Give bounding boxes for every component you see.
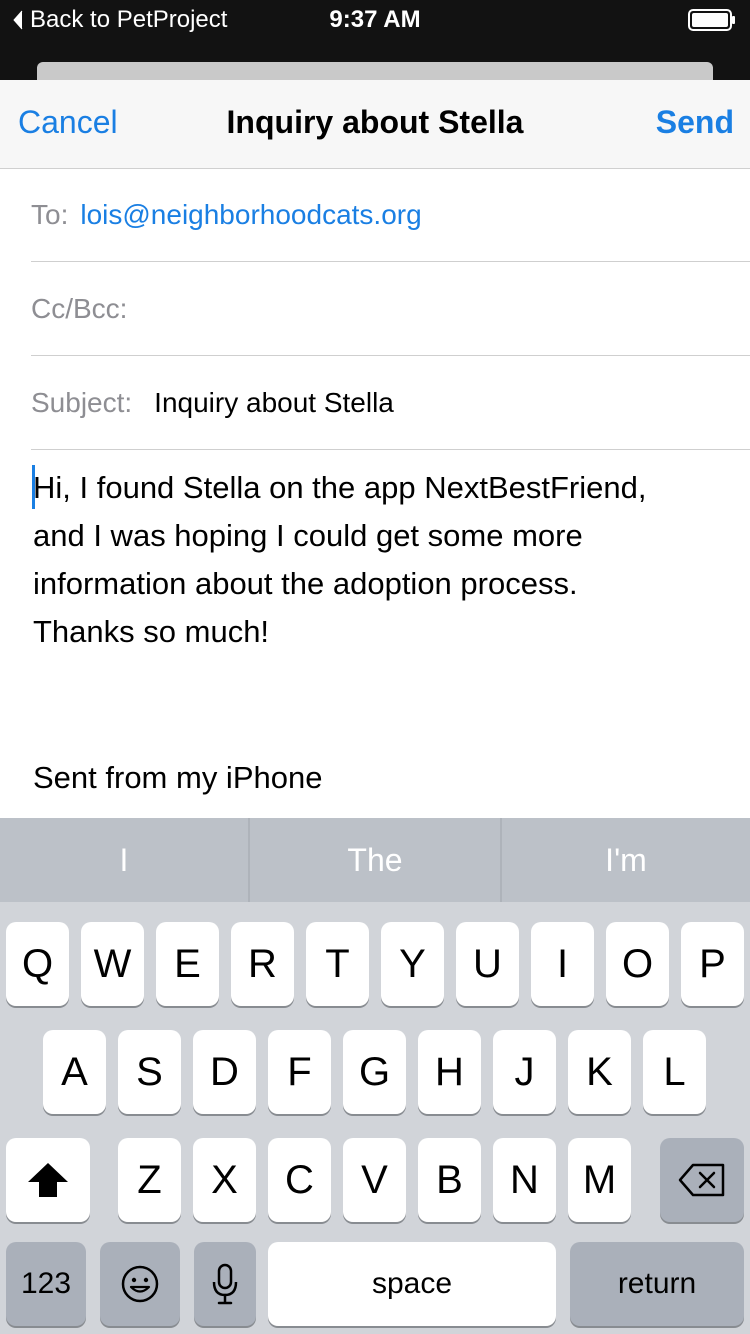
space-key[interactable]: space <box>268 1242 556 1326</box>
return-key[interactable]: return <box>570 1242 744 1326</box>
status-bar: Back to PetProject 9:37 AM <box>0 0 750 40</box>
subject-label: Subject: <box>31 387 133 418</box>
key-z[interactable]: Z <box>118 1138 181 1222</box>
backspace-icon <box>678 1163 725 1197</box>
delete-key[interactable] <box>660 1138 744 1222</box>
emoji-icon <box>121 1265 159 1303</box>
cc-bcc-label: Cc/Bcc: <box>31 293 128 324</box>
body-line: Thanks so much! <box>33 614 270 649</box>
emoji-key[interactable] <box>100 1242 180 1326</box>
cc-bcc-field[interactable]: Cc/Bcc: <box>31 263 750 356</box>
body-line: information about the adoption process. <box>33 566 578 601</box>
microphone-icon <box>212 1263 238 1305</box>
suggestion-3[interactable]: I'm <box>502 818 750 902</box>
key-u[interactable]: U <box>456 922 519 1006</box>
key-h[interactable]: H <box>418 1030 481 1114</box>
key-q[interactable]: Q <box>6 922 69 1006</box>
key-d[interactable]: D <box>193 1030 256 1114</box>
body-line: and I was hoping I could get some more <box>33 518 583 553</box>
key-k[interactable]: K <box>568 1030 631 1114</box>
body-line: Hi, I found Stella on the app NextBestFr… <box>33 470 647 505</box>
key-f[interactable]: F <box>268 1030 331 1114</box>
compose-navbar: Inquiry about Stella Cancel Send <box>0 80 750 169</box>
key-p[interactable]: P <box>681 922 744 1006</box>
key-e[interactable]: E <box>156 922 219 1006</box>
key-c[interactable]: C <box>268 1138 331 1222</box>
status-time: 9:37 AM <box>329 6 421 33</box>
key-r[interactable]: R <box>231 922 294 1006</box>
key-n[interactable]: N <box>493 1138 556 1222</box>
shift-icon <box>28 1163 68 1197</box>
keyboard: I The I'm Q W E R T Y U I O P A S D F G … <box>0 818 750 1334</box>
key-x[interactable]: X <box>193 1138 256 1222</box>
key-t[interactable]: T <box>306 922 369 1006</box>
message-body[interactable]: Hi, I found Stella on the app NextBestFr… <box>33 464 733 656</box>
to-field[interactable]: To: lois@neighborhoodcats.org <box>31 169 750 262</box>
key-v[interactable]: V <box>343 1138 406 1222</box>
dictation-key[interactable] <box>194 1242 256 1326</box>
key-s[interactable]: S <box>118 1030 181 1114</box>
key-w[interactable]: W <box>81 922 144 1006</box>
battery-icon <box>688 9 735 31</box>
key-b[interactable]: B <box>418 1138 481 1222</box>
key-i[interactable]: I <box>531 922 594 1006</box>
predictive-bar: I The I'm <box>0 818 750 902</box>
key-g[interactable]: G <box>343 1030 406 1114</box>
subject-value[interactable]: Inquiry about Stella <box>154 387 394 419</box>
key-m[interactable]: M <box>568 1138 631 1222</box>
email-signature[interactable]: Sent from my iPhone <box>33 754 322 802</box>
key-l[interactable]: L <box>643 1030 706 1114</box>
suggestion-2[interactable]: The <box>250 818 500 902</box>
suggestion-1[interactable]: I <box>0 818 248 902</box>
shift-key[interactable] <box>6 1138 90 1222</box>
key-a[interactable]: A <box>43 1030 106 1114</box>
to-recipient[interactable]: lois@neighborhoodcats.org <box>80 199 421 231</box>
key-j[interactable]: J <box>493 1030 556 1114</box>
key-y[interactable]: Y <box>381 922 444 1006</box>
key-o[interactable]: O <box>606 922 669 1006</box>
cancel-button[interactable]: Cancel <box>18 104 118 141</box>
subject-field[interactable]: Subject: Inquiry about Stella <box>31 357 750 450</box>
to-label: To: <box>31 199 69 230</box>
send-button[interactable]: Send <box>656 104 734 141</box>
numbers-key[interactable]: 123 <box>6 1242 86 1326</box>
